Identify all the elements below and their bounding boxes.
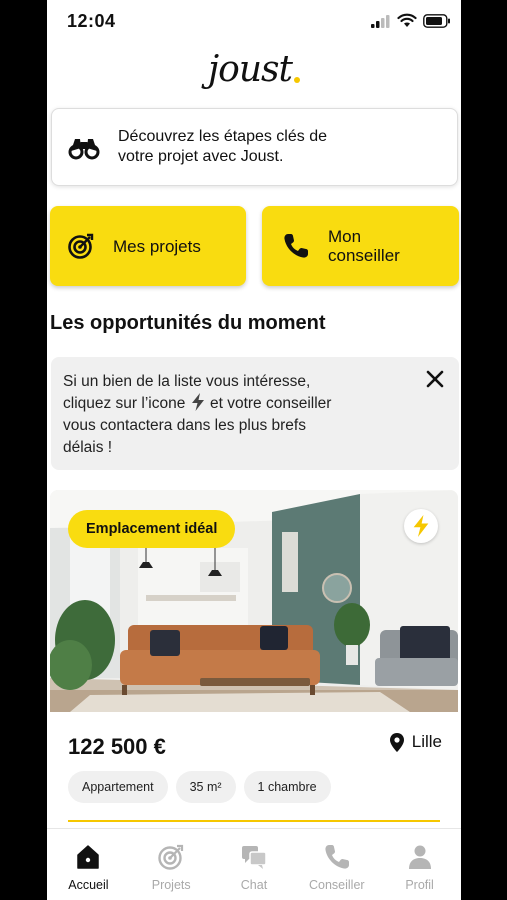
logo-dot: [293, 77, 300, 83]
target-icon: [68, 233, 94, 259]
binoculars-icon: [68, 139, 100, 160]
my-advisor-button[interactable]: Mon conseiller: [262, 206, 459, 286]
profile-icon: [408, 845, 431, 869]
status-icons: [371, 13, 451, 28]
tag-type: Appartement: [68, 771, 168, 803]
property-tags: Appartement 35 m² 1 chambre: [68, 771, 331, 803]
chat-icon: [241, 846, 267, 869]
home-icon: [77, 845, 100, 869]
nav-label-home: Accueil: [68, 878, 109, 892]
wifi-icon: [397, 13, 417, 27]
phone-icon: [284, 234, 308, 258]
nav-label-chat: Chat: [240, 878, 268, 892]
app-screen: 12:04 joust Découvrez les étapes clés de…: [47, 0, 461, 900]
notice-text: Si un bien de la liste vous intéresse, c…: [63, 373, 332, 456]
nav-item-advisor[interactable]: Conseiller: [295, 829, 378, 900]
my-projects-button[interactable]: Mes projets: [50, 206, 246, 286]
phone-icon: [325, 845, 349, 869]
nav-label-profile: Profil: [405, 878, 434, 892]
contact-bolt-button[interactable]: [404, 509, 438, 543]
logo-text: joust: [208, 48, 293, 90]
signal-icon: [371, 14, 390, 28]
status-bar: 12:04: [47, 0, 461, 42]
tag-surface: 35 m²: [175, 771, 236, 803]
bottom-navigation: Accueil Projets Chat Conseiller Profil: [47, 828, 461, 900]
battery-icon: [423, 13, 450, 28]
property-city: Lille: [411, 732, 442, 751]
bolt-icon: [191, 393, 204, 411]
my-advisor-label: Mon conseiller: [328, 227, 400, 265]
property-price: 122 500 €: [68, 734, 166, 759]
bolt-icon: [413, 515, 429, 537]
tag-rooms: 1 chambre: [243, 771, 331, 803]
my-projects-label: Mes projets: [113, 236, 201, 256]
property-card[interactable]: Emplacement idéal 122 500 € Lille Appart…: [50, 490, 458, 830]
close-icon[interactable]: [425, 369, 445, 389]
location-pin-icon: [389, 732, 404, 752]
divider: [68, 820, 440, 822]
property-location: Lille: [389, 732, 442, 752]
property-photo: Emplacement idéal: [50, 490, 458, 712]
target-icon: [158, 844, 184, 870]
discover-steps-card[interactable]: Découvrez les étapes clés de votre proje…: [51, 108, 458, 186]
nav-label-advisor: Conseiller: [308, 878, 365, 892]
info-notice: Si un bien de la liste vous intéresse, c…: [51, 357, 459, 470]
nav-item-home[interactable]: Accueil: [47, 829, 130, 900]
location-badge: Emplacement idéal: [68, 510, 236, 548]
status-time: 12:04: [67, 11, 116, 31]
joust-logo: joust: [47, 40, 461, 98]
nav-item-chat[interactable]: Chat: [213, 829, 296, 900]
nav-item-projects[interactable]: Projets: [130, 829, 213, 900]
nav-label-projects: Projets: [151, 878, 191, 892]
discover-steps-text: Découvrez les étapes clés de votre proje…: [118, 128, 327, 165]
section-title: Les opportunités du moment: [50, 312, 326, 334]
nav-item-profile[interactable]: Profil: [378, 829, 461, 900]
